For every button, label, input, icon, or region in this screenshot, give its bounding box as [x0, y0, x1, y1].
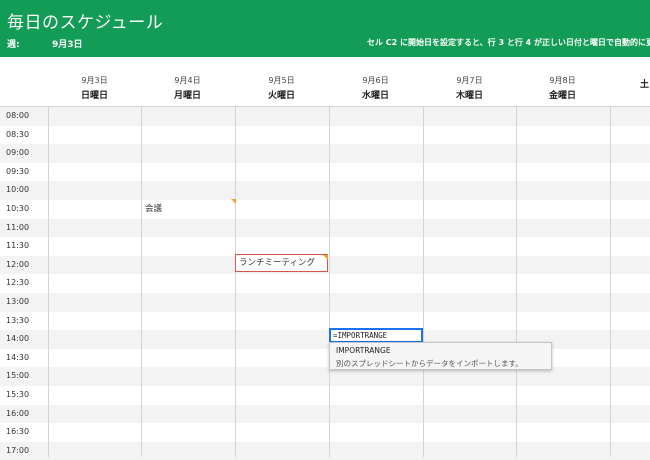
- time-label: 10:30: [0, 200, 48, 219]
- suggestion-description: 別のスプレッドシートからデータをインポートします。: [336, 359, 523, 368]
- time-label: 13:00: [0, 293, 48, 312]
- time-label: 16:00: [0, 405, 48, 424]
- day-header-thu[interactable]: 9月7日 木曜日: [423, 75, 516, 101]
- time-label: 09:30: [0, 163, 48, 182]
- comment-marker-icon[interactable]: [231, 199, 236, 204]
- day-weekday: 火曜日: [267, 91, 295, 101]
- active-cell-editor[interactable]: =IMPORTRANGE: [329, 328, 423, 343]
- day-weekday: 木曜日: [455, 91, 483, 101]
- time-label-text: 08:00: [6, 111, 30, 120]
- time-label: 12:00: [0, 256, 48, 275]
- column-divider: [423, 106, 424, 457]
- day-weekday: 土: [640, 80, 650, 90]
- comment-marker-icon[interactable]: [323, 255, 328, 260]
- formula-suggestion-tooltip[interactable]: IMPORTRANGE 別のスプレッドシートからデータをインポートします。: [329, 342, 552, 370]
- time-label-text: 14:30: [6, 352, 30, 362]
- time-label-text: 14:00: [6, 334, 30, 344]
- time-label: 15:00: [0, 367, 48, 386]
- day-header-tue[interactable]: 9月5日 火曜日: [235, 75, 328, 101]
- column-divider: [329, 106, 330, 457]
- time-label-text: 11:00: [6, 222, 30, 232]
- time-row[interactable]: 11:30: [0, 237, 650, 256]
- time-label-text: 16:00: [6, 408, 30, 418]
- time-label-text: 13:00: [6, 297, 30, 306]
- day-date: 9月5日: [268, 76, 295, 85]
- time-label-text: 11:30: [6, 241, 30, 251]
- time-row[interactable]: 15:30: [0, 386, 650, 405]
- time-row[interactable]: 13:00: [0, 293, 650, 312]
- column-divider: [141, 106, 142, 457]
- time-label: 12:30: [0, 274, 48, 293]
- time-label-text: 15:00: [6, 371, 30, 381]
- day-date: 9月4日: [174, 76, 201, 85]
- time-label-text: 09:00: [6, 148, 30, 158]
- time-label: 10:00: [0, 181, 48, 200]
- day-header-row: 9月3日 日曜日 9月4日 月曜日 9月5日 火曜日 9月6日 水曜日 9月7日…: [0, 57, 650, 107]
- day-header-mon[interactable]: 9月4日 月曜日: [141, 75, 234, 101]
- sheet-title: 毎日のスケジュール: [7, 13, 164, 33]
- day-header-wed[interactable]: 9月6日 水曜日: [329, 75, 422, 101]
- time-row[interactable]: 09:30: [0, 163, 650, 182]
- time-label: 16:30: [0, 423, 48, 442]
- day-date: 9月6日: [362, 76, 389, 85]
- time-label-text: 09:30: [6, 166, 30, 176]
- column-divider: [235, 106, 236, 457]
- day-weekday: 月曜日: [173, 91, 201, 101]
- time-row[interactable]: 15:00: [0, 367, 650, 386]
- time-label: 17:00: [0, 442, 48, 460]
- event-meeting[interactable]: 会議: [145, 202, 162, 214]
- time-label-text: 10:00: [6, 185, 30, 195]
- time-label: 08:00: [0, 107, 48, 126]
- day-date: 9月8日: [549, 76, 576, 85]
- time-label: 15:30: [0, 386, 48, 405]
- time-row[interactable]: 16:30: [0, 423, 650, 442]
- time-row[interactable]: 12:30: [0, 274, 650, 293]
- time-row[interactable]: 08:00: [0, 107, 650, 126]
- time-row[interactable]: 14:30: [0, 349, 650, 368]
- day-date: 9月7日: [456, 76, 483, 85]
- time-row[interactable]: 13:30: [0, 312, 650, 331]
- day-weekday: 金曜日: [548, 91, 576, 101]
- time-label: 14:30: [0, 349, 48, 368]
- time-label-text: 10:30: [6, 204, 30, 213]
- week-start-date[interactable]: 9月3日: [52, 37, 83, 50]
- schedule-grid[interactable]: 08:00 08:30 09:00 09:30 10:00 10:30 11:00 11:30…: [0, 106, 650, 460]
- time-label: 08:30: [0, 126, 48, 145]
- event-lunch-meeting[interactable]: ランチミーティング: [235, 254, 328, 272]
- time-label-text: 13:30: [6, 315, 30, 325]
- time-label-text: 08:30: [6, 129, 30, 139]
- column-divider: [516, 106, 517, 457]
- column-divider: [48, 106, 49, 457]
- time-row[interactable]: 09:00: [0, 144, 650, 163]
- time-label: 11:30: [0, 237, 48, 256]
- time-label: 09:00: [0, 144, 48, 163]
- day-header-sun[interactable]: 9月3日 日曜日: [48, 75, 141, 101]
- time-label: 13:30: [0, 312, 48, 331]
- time-row[interactable]: 14:00: [0, 330, 650, 349]
- column-divider: [610, 106, 611, 457]
- time-row[interactable]: 10:00: [0, 181, 650, 200]
- time-label-text: 16:30: [6, 427, 30, 437]
- week-label: 週:: [7, 40, 20, 50]
- time-label: 14:00: [0, 330, 48, 349]
- time-row[interactable]: 11:00: [0, 218, 650, 238]
- time-label: 11:00: [0, 219, 48, 238]
- day-header-fri[interactable]: 9月8日 金曜日: [516, 75, 609, 101]
- day-weekday: 日曜日: [80, 91, 108, 101]
- day-header-sat[interactable]: 土: [610, 75, 650, 90]
- header-banner: 毎日のスケジュール 週: 9月3日 セル C2 に開始日を設定すると、行 3 と…: [0, 0, 650, 57]
- instruction-text: セル C2 に開始日を設定すると、行 3 と行 4 が正しい日付と曜日で自動的に…: [367, 38, 650, 47]
- time-label-text: 12:30: [6, 278, 30, 288]
- time-row[interactable]: 08:30: [0, 126, 650, 145]
- time-row[interactable]: 16:00: [0, 404, 650, 424]
- time-label-text: 15:30: [6, 390, 30, 399]
- time-label-text: 12:00: [6, 259, 30, 269]
- day-weekday: 水曜日: [361, 91, 389, 101]
- time-row[interactable]: 10:30: [0, 200, 650, 219]
- time-row[interactable]: 17:00: [0, 441, 650, 460]
- time-label-text: 17:00: [6, 445, 30, 455]
- day-date: 9月3日: [81, 76, 108, 85]
- suggestion-function-name: IMPORTRANGE: [336, 346, 391, 355]
